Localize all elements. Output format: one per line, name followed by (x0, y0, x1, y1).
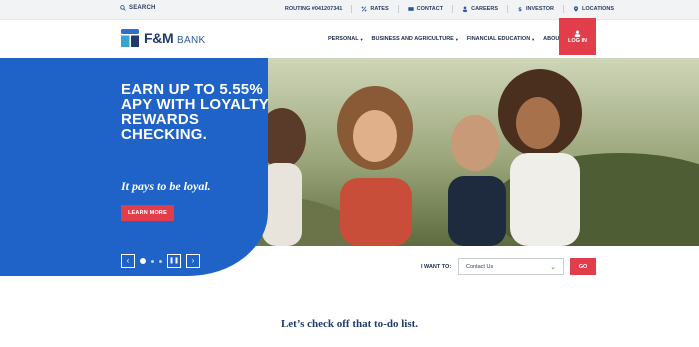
user-icon (574, 29, 581, 37)
locations-link[interactable]: LOCATIONS (573, 6, 614, 12)
login-button[interactable]: LOG IN (559, 18, 596, 55)
divider (397, 5, 399, 13)
careers-label: CAREERS (471, 6, 498, 12)
logo-text: F&M BANK (144, 30, 205, 46)
nav-personal[interactable]: PERSONAL ▼ (328, 36, 364, 42)
carousel-dot[interactable] (151, 259, 154, 263)
person-icon (462, 6, 468, 12)
section-heading: Let’s check off that to-do list. (280, 318, 419, 330)
carousel-controls: ‹ ❚❚ › (121, 254, 200, 268)
carousel-prev-button[interactable]: ‹ (121, 254, 135, 268)
carousel-pause-button[interactable]: ❚❚ (167, 254, 181, 268)
search-link[interactable]: SEARCH (120, 5, 156, 11)
locations-label: LOCATIONS (582, 6, 614, 12)
routing-number: ROUTING #041207341 (284, 6, 343, 12)
want-to-label: I WANT TO: (421, 264, 452, 270)
chevron-down-icon: ▼ (531, 36, 536, 42)
chevron-left-icon: ‹ (126, 256, 130, 265)
hero-tagline: It pays to be loyal. (121, 179, 211, 193)
main-nav: PERSONAL ▼ BUSINESS AND AGRICULTURE ▼ FI… (328, 36, 581, 42)
carousel-dot-active[interactable] (140, 258, 146, 264)
mail-icon (407, 7, 414, 11)
svg-text:$: $ (518, 7, 522, 12)
carousel-next-button[interactable]: › (186, 254, 200, 268)
go-button[interactable]: GO (570, 258, 596, 275)
nav-business-label: BUSINESS AND AGRICULTURE (371, 36, 454, 42)
percent-icon (361, 6, 367, 12)
search-label: SEARCH (129, 5, 156, 11)
chevron-down-icon: ▼ (359, 36, 364, 42)
logo-sub: BANK (177, 35, 206, 46)
divider (452, 5, 454, 13)
learn-more-button[interactable]: LEARN MORE (121, 205, 174, 221)
divider (563, 5, 565, 13)
rates-link[interactable]: RATES (361, 6, 389, 12)
search-icon (120, 5, 126, 11)
login-label: LOG IN (568, 37, 587, 44)
nav-business[interactable]: BUSINESS AND AGRICULTURE ▼ (372, 36, 459, 42)
contact-link[interactable]: CONTACT (407, 6, 444, 12)
logo-mark-icon (121, 29, 139, 47)
investor-link[interactable]: $ INVESTOR (517, 6, 554, 12)
brand-logo[interactable]: F&M BANK (120, 28, 205, 48)
nav-personal-label: PERSONAL (328, 36, 359, 42)
hero-banner: EARN UP TO 5.55% APY WITH LOYALTY REWARD… (0, 58, 699, 276)
logo-main: F&M (144, 30, 174, 46)
nav-financial-education[interactable]: FINANCIAL EDUCATION ▼ (467, 36, 535, 42)
hero-headline: EARN UP TO 5.55% APY WITH LOYALTY REWARD… (121, 81, 269, 143)
dollar-icon: $ (518, 7, 522, 12)
utility-bar: SEARCH ROUTING #041207341 RATES CONTACT … (0, 0, 699, 20)
investor-label: INVESTOR (526, 6, 555, 12)
divider (351, 5, 353, 13)
pause-icon: ❚❚ (168, 258, 180, 264)
nav-education-label: FINANCIAL EDUCATION (466, 36, 531, 42)
careers-link[interactable]: CAREERS (462, 6, 498, 12)
rates-label: RATES (370, 6, 389, 12)
chevron-down-icon: ⌄ (550, 263, 556, 271)
want-to-selected: Contact Us (466, 263, 494, 270)
utility-links: ROUTING #041207341 RATES CONTACT CAREERS… (285, 5, 614, 13)
chevron-down-icon: ▼ (454, 36, 459, 42)
chevron-right-icon: › (191, 256, 195, 265)
contact-label: CONTACT (416, 6, 444, 12)
divider (507, 5, 508, 13)
want-to-select[interactable]: Contact Us ⌄ (458, 258, 564, 275)
carousel-dot[interactable] (159, 259, 162, 263)
map-pin-icon (573, 6, 579, 12)
